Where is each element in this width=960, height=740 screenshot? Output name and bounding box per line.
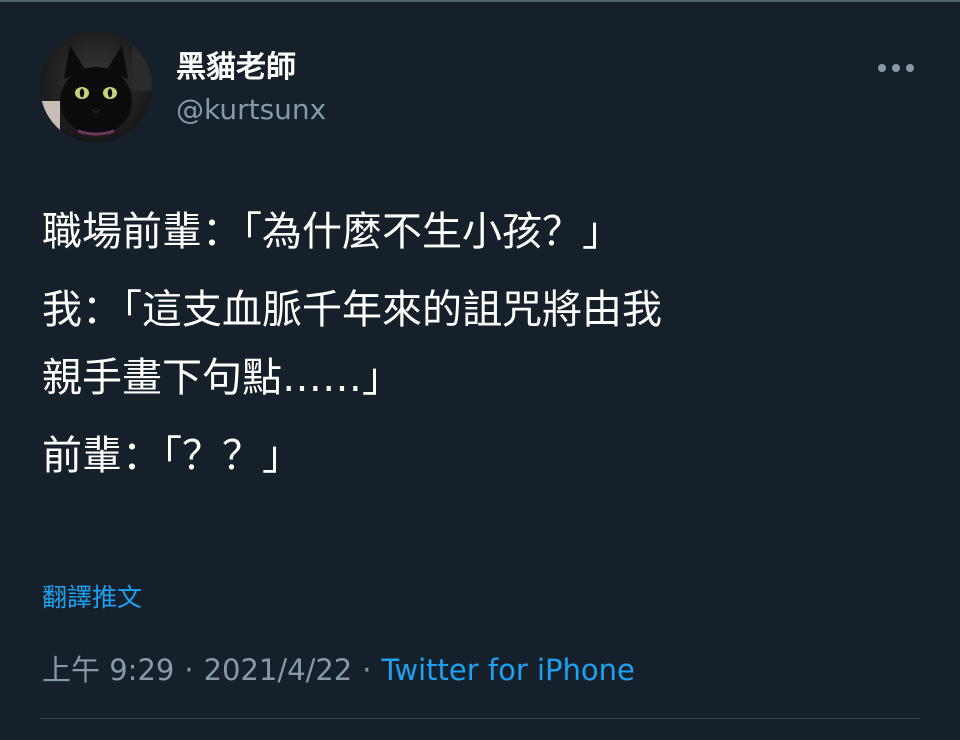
black-cat-avatar-image xyxy=(40,31,152,143)
user-handle[interactable]: @kurtsunx xyxy=(176,92,326,128)
display-name[interactable]: 黑貓老師 xyxy=(176,48,296,88)
tweet-metadata: 上午 9:29 · 2021/4/22 · Twitter for iPhone xyxy=(42,650,635,690)
divider xyxy=(40,718,920,719)
tweet-line: 我：「這支血脈千年來的詛咒將由我 xyxy=(42,287,662,333)
tweet-line: 親手畫下句點……」 xyxy=(42,355,402,401)
more-horizontal-icon xyxy=(878,64,914,72)
tweet-time[interactable]: 上午 9:29 xyxy=(42,653,174,687)
top-border xyxy=(0,0,960,2)
avatar[interactable] xyxy=(40,31,152,143)
tweet-line: 前輩：「？？」 xyxy=(42,433,302,479)
tweet-paragraph: 前輩：「？？」 xyxy=(42,422,922,490)
translate-tweet-link[interactable]: 翻譯推文 xyxy=(42,580,142,616)
tweet-source-link[interactable]: Twitter for iPhone xyxy=(381,653,634,687)
tweet-date[interactable]: 2021/4/22 xyxy=(204,653,353,687)
tweet-line: 職場前輩：「為什麼不生小孩？」 xyxy=(42,209,622,255)
separator: · xyxy=(362,653,372,687)
separator: · xyxy=(184,653,194,687)
more-options-button[interactable] xyxy=(868,52,924,84)
tweet-paragraph: 職場前輩：「為什麼不生小孩？」 xyxy=(42,198,922,266)
tweet-body: 職場前輩：「為什麼不生小孩？」 我：「這支血脈千年來的詛咒將由我 親手畫下句點…… xyxy=(42,198,922,500)
tweet-paragraph: 我：「這支血脈千年來的詛咒將由我 親手畫下句點……」 xyxy=(42,276,922,412)
